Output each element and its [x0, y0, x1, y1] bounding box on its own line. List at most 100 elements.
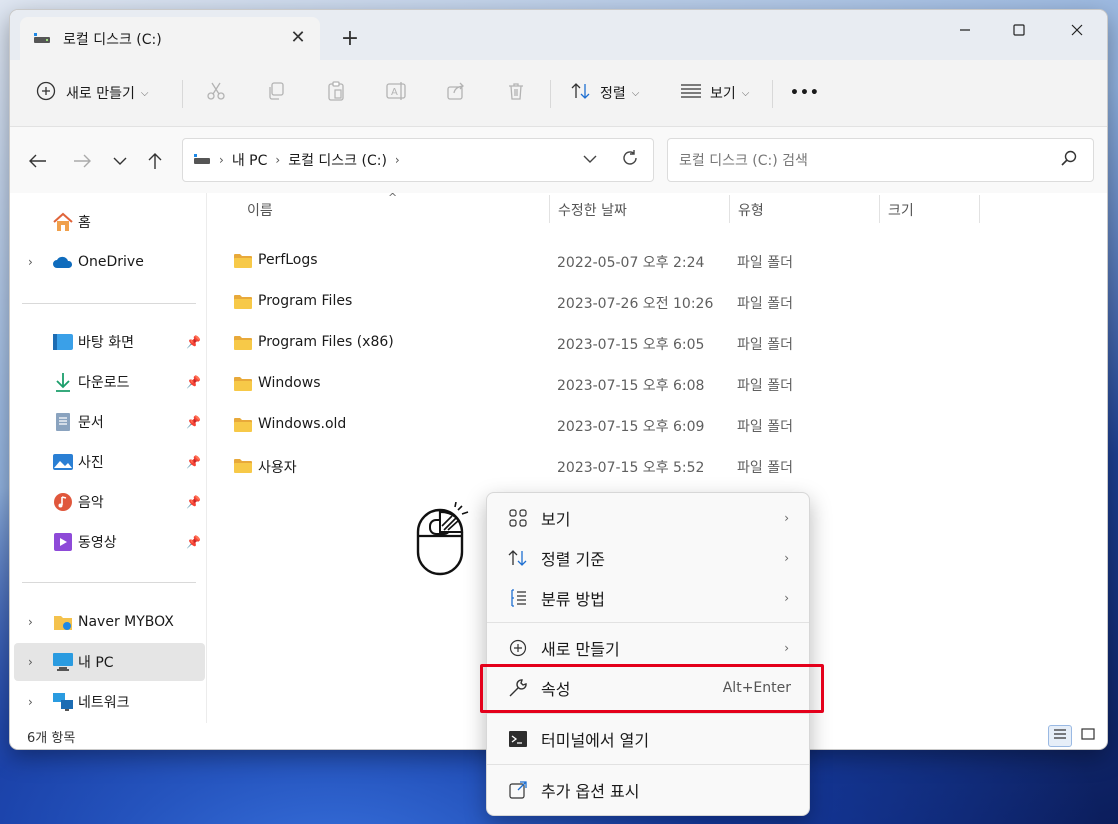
column-divider[interactable]	[549, 195, 550, 223]
sort-button[interactable]: 정렬 ⌵	[570, 74, 639, 112]
sidebar-item-network[interactable]: › 네트워크	[14, 683, 205, 721]
open-external-icon	[507, 779, 529, 801]
pin-icon[interactable]: 📌	[186, 375, 201, 389]
menu-item-label: 새로 만들기	[541, 640, 620, 659]
breadcrumb-my-pc[interactable]: 내 PC	[232, 150, 268, 170]
clipboard-icon	[326, 81, 346, 105]
rename-icon: A	[386, 81, 408, 105]
column-header-date[interactable]: 수정한 날짜	[558, 193, 627, 227]
column-header-type[interactable]: 유형	[738, 193, 764, 227]
terminal-icon	[507, 728, 529, 750]
menu-item-group-by[interactable]: 분류 방법 ›	[493, 579, 805, 617]
menu-item-view[interactable]: 보기 ›	[493, 499, 805, 537]
sidebar-item-my-pc[interactable]: › 내 PC	[14, 643, 205, 681]
download-icon	[52, 371, 74, 393]
pin-icon[interactable]: 📌	[186, 455, 201, 469]
address-bar[interactable]: › 내 PC › 로컬 디스크 (C:) ›	[182, 138, 654, 182]
table-row[interactable]: PerfLogs 2022-05-07 오후 2:24 파일 폴더	[226, 241, 986, 281]
search-input[interactable]: 로컬 디스크 (C:) 검색	[667, 138, 1094, 182]
home-icon	[52, 211, 74, 233]
menu-item-sort-by[interactable]: 정렬 기준 ›	[493, 539, 805, 577]
document-icon	[52, 411, 74, 433]
column-header-name[interactable]: 이름	[247, 193, 273, 227]
maximize-button[interactable]	[990, 10, 1048, 50]
pin-icon[interactable]: 📌	[186, 415, 201, 429]
paste-button[interactable]	[326, 74, 346, 112]
computer-icon	[52, 651, 74, 673]
sidebar-item-videos[interactable]: 동영상 📌	[14, 523, 205, 561]
file-date: 2022-05-07 오후 2:24	[557, 255, 705, 271]
menu-item-show-more-options[interactable]: 추가 옵션 표시	[493, 771, 805, 809]
cut-button[interactable]	[206, 74, 226, 112]
column-divider[interactable]	[979, 195, 980, 223]
details-view-button[interactable]	[1048, 725, 1072, 747]
sidebar-item-home[interactable]: 홈	[14, 203, 205, 241]
copy-button[interactable]	[266, 74, 286, 112]
menu-item-open-terminal[interactable]: 터미널에서 열기	[493, 720, 805, 758]
pin-icon[interactable]: 📌	[186, 535, 201, 549]
file-name: 사용자	[258, 460, 297, 476]
refresh-icon[interactable]	[621, 149, 639, 171]
sidebar-label: 내 PC	[78, 655, 114, 671]
menu-item-new[interactable]: 새로 만들기 ›	[493, 629, 805, 667]
search-placeholder: 로컬 디스크 (C:) 검색	[679, 153, 808, 169]
table-row[interactable]: Windows.old 2023-07-15 오후 6:09 파일 폴더	[226, 405, 986, 445]
search-icon	[1061, 150, 1077, 170]
more-options-button[interactable]: •••	[790, 74, 820, 112]
breadcrumb-chevron-icon: ›	[275, 153, 281, 167]
table-row[interactable]: Program Files 2023-07-26 오전 10:26 파일 폴더	[226, 282, 986, 322]
tab-title: 로컬 디스크 (C:)	[63, 31, 162, 48]
chevron-right-icon[interactable]: ›	[28, 655, 33, 669]
table-row[interactable]: 사용자 2023-07-15 오후 5:52 파일 폴더	[226, 446, 986, 486]
column-header-size[interactable]: 크기	[888, 193, 914, 227]
new-button-label: 새로 만들기	[66, 86, 135, 102]
close-tab-icon[interactable]: ✕	[288, 28, 308, 48]
recent-locations-button[interactable]	[106, 147, 134, 175]
address-history-chevron-icon[interactable]	[583, 152, 597, 168]
sort-icon	[570, 81, 592, 105]
chevron-right-icon[interactable]: ›	[28, 695, 33, 709]
copy-icon	[266, 81, 286, 105]
back-button[interactable]	[24, 147, 52, 175]
table-row[interactable]: Windows 2023-07-15 오후 6:08 파일 폴더	[226, 364, 986, 404]
share-button[interactable]	[446, 74, 466, 112]
sort-label: 정렬	[600, 86, 626, 102]
close-window-button[interactable]	[1048, 10, 1106, 50]
sidebar-item-downloads[interactable]: 다운로드 📌	[14, 363, 205, 401]
file-type: 파일 폴더	[737, 337, 793, 353]
tab-local-disk[interactable]: 로컬 디스크 (C:) ✕	[20, 17, 320, 60]
sidebar-item-music[interactable]: 음악 📌	[14, 483, 205, 521]
rename-button[interactable]: A	[386, 74, 408, 112]
chevron-right-icon[interactable]: ›	[28, 615, 33, 629]
sidebar-item-naver-mybox[interactable]: › Naver MYBOX	[14, 603, 205, 641]
network-icon	[52, 691, 74, 713]
chevron-right-icon[interactable]: ›	[28, 255, 33, 269]
minimize-button[interactable]	[936, 10, 994, 50]
menu-divider	[487, 713, 809, 714]
table-row[interactable]: Program Files (x86) 2023-07-15 오후 6:05 파…	[226, 323, 986, 363]
drive-icon	[33, 30, 51, 48]
chevron-down-icon: ⌵	[140, 87, 149, 99]
new-tab-button[interactable]: +	[338, 27, 362, 51]
music-icon	[52, 491, 74, 513]
column-divider[interactable]	[879, 195, 880, 223]
file-name: Program Files	[258, 293, 353, 309]
file-name: PerfLogs	[258, 252, 318, 268]
view-button[interactable]: 보기 ⌵	[680, 74, 749, 112]
up-button[interactable]	[141, 147, 169, 175]
breadcrumb-local-disk[interactable]: 로컬 디스크 (C:)	[288, 150, 387, 170]
sidebar-item-onedrive[interactable]: › OneDrive	[14, 243, 205, 281]
new-button[interactable]: 새로 만들기 ⌵	[36, 74, 148, 112]
sidebar-item-pictures[interactable]: 사진 📌	[14, 443, 205, 481]
tiles-view-button[interactable]	[1076, 725, 1100, 747]
sidebar-item-desktop[interactable]: 바탕 화면 📌	[14, 323, 205, 361]
folder-icon	[234, 458, 252, 477]
sidebar-label: 다운로드	[78, 375, 130, 391]
file-type: 파일 폴더	[737, 419, 793, 435]
sidebar-item-documents[interactable]: 문서 📌	[14, 403, 205, 441]
delete-button[interactable]	[506, 74, 526, 112]
pin-icon[interactable]: 📌	[186, 335, 201, 349]
forward-button[interactable]	[68, 147, 96, 175]
pin-icon[interactable]: 📌	[186, 495, 201, 509]
column-divider[interactable]	[729, 195, 730, 223]
